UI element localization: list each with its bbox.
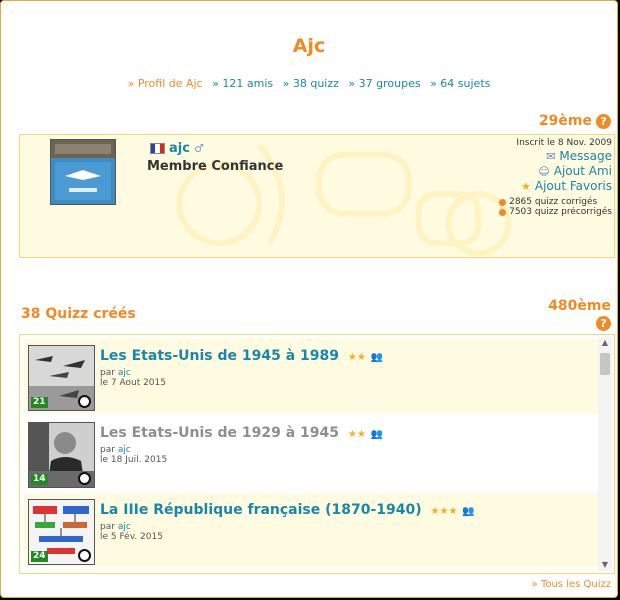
rating-stars-icon: ★★★ [430,506,458,517]
help-icon[interactable]: ? [596,113,611,129]
username-row: ajc ♂ [150,141,204,156]
quiz-date: le 7 Aout 2015 [100,378,166,388]
profile-card: ajc ♂ Membre Confiance Inscrit le 8 Nov.… [19,134,615,258]
quiz-author: par ajc [100,368,131,378]
status-ring-icon [78,395,91,408]
by-prefix: par [100,445,115,455]
profile-actions: Inscrit le 8 Nov. 2009 ✉ Message ☺ Ajout… [471,138,612,217]
stat-corrected-text: 2865 quizz corrigés [509,197,598,207]
quiz-thumbnail[interactable]: 24 [28,499,95,565]
add-friend-button[interactable]: ☺ Ajout Ami [471,164,612,178]
quiz-date: le 5 Fév. 2015 [100,532,163,542]
stat-precorrected-text: 7503 quizz précorrigés [509,207,612,217]
add-friend-label: Ajout Ami [553,164,612,178]
list-item[interactable]: 14 Les Etats-Unis de 1929 à 1945 ★★ 👥 pa… [24,416,598,490]
france-flag-icon [150,143,165,154]
quiz-list: 21 Les Etats-Unis de 1945 à 1989 ★★ 👥 pa… [19,334,615,574]
help-icon[interactable]: ? [596,316,611,331]
nav-profile-link[interactable]: » Profil de Ajc [128,77,203,90]
quiz-thumbnail[interactable]: 14 [28,422,95,488]
by-prefix: par [100,368,115,378]
bullet-icon [499,208,507,216]
question-count-badge: 14 [31,474,48,485]
member-since: Inscrit le 8 Nov. 2009 [516,138,612,148]
question-count-badge: 21 [31,397,48,408]
quiz-author: par ajc [100,445,131,455]
message-button[interactable]: ✉ Message [471,149,612,163]
profile-rank-value: 29ème [538,113,592,129]
nav-friends-link[interactable]: » 121 amis [212,77,273,90]
rating-stars-icon: ★★ [347,352,366,363]
stat-corrected: 2865 quizz corrigés [499,197,612,207]
quizzes-rank-value: 480ème [548,298,611,314]
group-icon: 👥 [370,429,384,440]
author-link[interactable]: ajc [118,368,131,378]
profile-panel: Ajc » Profil de Ajc » 121 amis » 38 quiz… [0,0,618,598]
profile-nav: » Profil de Ajc » 121 amis » 38 quizz » … [1,77,617,90]
username-link[interactable]: ajc [169,141,190,156]
bullet-icon [499,198,507,206]
user-avatar[interactable] [50,139,116,205]
quiz-title-link[interactable]: Les Etats-Unis de 1945 à 1989 ★★ 👥 [100,348,383,364]
avatar-image-icon [51,140,115,200]
quiz-thumbnail[interactable]: 21 [28,345,95,411]
quiz-title-link[interactable]: La IIIe République française (1870-1940)… [100,502,475,518]
rating-stars-icon: ★★ [347,429,366,440]
nav-topics-link[interactable]: » 64 sujets [430,77,490,90]
scroll-thumb[interactable] [600,353,610,375]
message-label: Message [559,149,612,163]
quiz-list-scrollbar[interactable]: ▲ ▼ [598,337,612,571]
group-icon: 👥 [370,352,384,363]
profile-rank: 29ème ? [539,113,611,129]
page-title: Ajc [292,35,326,57]
all-quizzes-link[interactable]: » Tous les Quizz [532,579,611,590]
list-item[interactable]: 24 La IIIe République française (1870-19… [24,493,598,567]
author-link[interactable]: ajc [118,522,131,532]
status-ring-icon [78,472,91,485]
quiz-title-text: Les Etats-Unis de 1929 à 1945 [100,425,340,441]
status-ring-icon [78,549,91,562]
user-icon: ☺ [538,164,550,178]
scroll-up-icon[interactable]: ▲ [598,337,612,349]
envelope-icon: ✉ [546,149,556,163]
add-favorite-label: Ajout Favoris [534,179,612,193]
male-icon: ♂ [193,142,204,155]
star-icon: ★ [520,179,531,193]
quiz-title-text: Les Etats-Unis de 1945 à 1989 [100,348,340,364]
quiz-title-link[interactable]: Les Etats-Unis de 1929 à 1945 ★★ 👥 [100,425,383,441]
scroll-down-icon[interactable]: ▼ [598,559,612,571]
nav-quizz-link[interactable]: » 38 quizz [283,77,339,90]
quiz-author: par ajc [100,522,131,532]
nav-groups-link[interactable]: » 37 groupes [348,77,420,90]
list-item[interactable]: 21 Les Etats-Unis de 1945 à 1989 ★★ 👥 pa… [24,339,598,413]
stat-precorrected: 7503 quizz précorrigés [499,207,612,217]
question-count-badge: 24 [31,551,48,562]
quiz-title-text: La IIIe République française (1870-1940) [100,502,422,518]
quiz-date: le 18 Juil. 2015 [100,455,168,465]
group-icon: 👥 [462,506,475,517]
author-link[interactable]: ajc [118,445,131,455]
by-prefix: par [100,522,115,532]
quizzes-rank: 480ème ? [548,298,611,331]
member-status: Membre Confiance [147,159,284,174]
quizzes-section-title: 38 Quizz créés [21,306,136,322]
add-favorite-button[interactable]: ★ Ajout Favoris [471,179,612,193]
